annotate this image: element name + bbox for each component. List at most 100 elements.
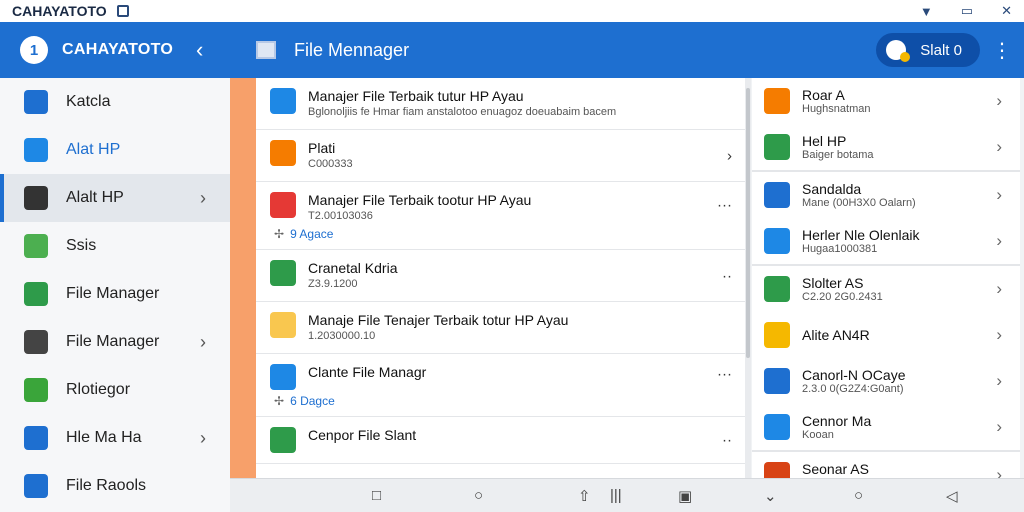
file-icon <box>256 41 276 59</box>
sidebar-item[interactable]: Alat HP <box>0 126 230 174</box>
folder-icon <box>270 140 296 166</box>
photo-icon <box>764 462 790 478</box>
sidebar-item-label: Hle Ma Ha <box>66 429 142 446</box>
chevron-right-icon[interactable]: › <box>727 147 732 164</box>
sidebar-item[interactable]: Hle Ma Ha › <box>0 414 230 462</box>
detail-item[interactable]: Slolter AS C2.20 2G0.2431 › <box>752 266 1020 312</box>
camera-icon <box>764 228 790 254</box>
sidebar-item[interactable]: Alalt HP › <box>0 174 230 222</box>
list-item[interactable]: Manajer File Terbaik tutur HP Ayau Bglono… <box>256 78 746 130</box>
list-item-title: Manajer File Terbaik tutur HP Ayau <box>308 88 524 104</box>
list-item[interactable]: Manaje File Tenajer Terbaik totur HP Aya… <box>256 302 746 354</box>
calculator-icon <box>24 90 48 114</box>
sidebar-item[interactable]: File Raools <box>0 462 230 510</box>
brand-logo-icon: 1 <box>20 36 48 64</box>
close-icon[interactable]: ✕ <box>1001 3 1012 19</box>
square-icon <box>764 182 790 208</box>
brand-name: CAHAYATOTO <box>62 41 174 58</box>
list-item-subtitle: C000333 <box>308 158 353 170</box>
file-list: Manajer File Terbaik tutur HP Ayau Bglono… <box>256 78 746 478</box>
screenshot-icon[interactable]: ▣ <box>678 487 692 505</box>
detail-item[interactable]: Hel HP Baiger botama › <box>752 124 1020 170</box>
sheet-icon <box>270 260 296 286</box>
overflow-menu-icon[interactable]: ··· <box>717 366 732 383</box>
list-item[interactable]: Manajer File Terbaik tootur HP Ayau T2.00… <box>256 182 746 227</box>
wrench-icon <box>24 330 48 354</box>
detail-item[interactable]: Seonar ASD0a (017 G2:2424:a)› <box>752 452 1020 478</box>
chevron-right-icon: › <box>996 279 1002 298</box>
detail-item-subtitle: Mane (00H3X0 Oalarn) <box>802 197 916 209</box>
overflow-menu-icon[interactable]: ··· <box>717 196 732 213</box>
list-item-subtitle: 1.2030000.10 <box>308 330 376 342</box>
navigation-bar: □ ○ ⇧ ||| ▣ ⌄ ○ ◁ <box>230 478 1024 512</box>
home-circle-icon[interactable]: ○ <box>474 487 483 504</box>
share-icon[interactable]: ⇧ <box>578 487 591 505</box>
sidebar: Katcla Alat HP Alalt HP › Ssis File Manager Fi… <box>0 78 230 512</box>
home-circle-icon[interactable]: ○ <box>854 487 863 504</box>
sidebar-item[interactable]: Ssis <box>0 222 230 270</box>
item-tag-label: 6 Dagce <box>290 394 335 408</box>
list-item-title: Cranetal Kdria <box>308 260 398 276</box>
back-triangle-icon[interactable]: ◁ <box>946 487 958 505</box>
detail-item-subtitle: Baiger botama <box>802 149 874 161</box>
scrollbar-thumb[interactable] <box>746 88 750 358</box>
coin-icon <box>886 40 911 62</box>
app-bar: 1 CAHAYATOTO ‹ File Mennager Slalt 0 ⋮ <box>0 22 1024 78</box>
chevron-right-icon: › <box>996 417 1002 436</box>
detail-group: Slolter AS C2.20 2G0.2431 › Alite AN4R › Cano… <box>752 266 1020 452</box>
window-icon[interactable]: ▭ <box>961 3 973 19</box>
slot-pill-button[interactable]: Slalt 0 <box>876 33 980 67</box>
document-icon <box>24 474 48 498</box>
sync-icon <box>24 138 48 162</box>
plane-icon <box>24 426 48 450</box>
apps-grid-icon[interactable]: ||| <box>610 487 622 504</box>
sidebar-item[interactable]: File Manager <box>0 270 230 318</box>
detail-item-title: Slolter AS <box>802 275 864 291</box>
list-item[interactable]: Clante File Managr ··· <box>256 354 746 394</box>
list-item-subtitle: T2.00103036 <box>308 210 373 222</box>
detail-item-subtitle: Kooan <box>802 429 834 441</box>
detail-item[interactable]: Roar A Hughsnatman › <box>752 78 1020 124</box>
detail-item-subtitle: C2.20 2G0.2431 <box>802 291 883 303</box>
list-item[interactable]: Cranetal Kdria Z3.9.1200 ·· <box>256 250 746 302</box>
detail-item[interactable]: Sandalda Mane (00H3X0 Oalarn) › <box>752 172 1020 218</box>
list-item[interactable]: Plati C000333 › <box>256 130 746 182</box>
sidebar-item-label: Alat HP <box>66 141 121 158</box>
overflow-menu-icon[interactable]: ·· <box>722 267 732 284</box>
more-menu-icon[interactable]: ⋮ <box>980 38 1024 63</box>
swirl-icon <box>270 364 296 390</box>
detail-item-subtitle: Hugaa1000381 <box>802 243 878 255</box>
list-item-subtitle: Bglonoljiis fe Hmar fiam anstalotoo enua… <box>308 106 617 118</box>
sidebar-item-label: Ssis <box>66 237 97 254</box>
detail-item[interactable]: Cennor Ma Kooan › <box>752 404 1020 450</box>
page-title-area: File Mennager <box>256 40 409 61</box>
sheet-icon <box>764 276 790 302</box>
drive-icon <box>270 192 296 218</box>
sidebar-item-label: Katcla <box>66 93 111 110</box>
detail-item[interactable]: Alite AN4R › <box>752 312 1020 358</box>
sidebar-item[interactable]: File Manager › <box>0 318 230 366</box>
sidebar-item[interactable]: Katcla <box>0 78 230 126</box>
bar-icon <box>270 88 296 114</box>
detail-item-subtitle: Hughsnatman <box>802 103 871 115</box>
detail-item-title: Roar A <box>802 87 845 103</box>
sidebar-item[interactable]: Rlotiegor <box>0 366 230 414</box>
chevron-right-icon: › <box>200 187 206 208</box>
back-button[interactable]: ‹ <box>196 37 216 63</box>
accent-stripe <box>230 78 256 478</box>
chevron-right-icon: › <box>996 91 1002 110</box>
scrollbar[interactable] <box>745 78 751 478</box>
status-title: CAHAYATOTO <box>12 3 107 19</box>
detail-item[interactable]: Canorl-N OCaye 2.3.0 0(G2Z4:G0ant) › <box>752 358 1020 404</box>
recents-square-icon[interactable]: □ <box>372 487 381 504</box>
sidebar-item-label: File Raools <box>66 477 147 494</box>
detail-item[interactable]: Herler Nle Olenlaik Hugaa1000381 › <box>752 218 1020 264</box>
item-tag[interactable]: ✢ 9 Agace <box>256 227 746 250</box>
list-item-title: Manaje File Tenajer Terbaik totur HP Aya… <box>308 312 569 328</box>
overflow-menu-icon[interactable]: ·· <box>722 432 732 449</box>
list-item[interactable]: Cenpor File Slant ·· <box>256 417 746 464</box>
item-tag[interactable]: ✢ 6 Dagce <box>256 394 746 417</box>
detail-group: Roar A Hughsnatman › Hel HP Baiger botama › <box>752 78 1020 172</box>
slot-pill-label: Slalt 0 <box>920 41 962 59</box>
chevron-down-icon[interactable]: ⌄ <box>764 487 777 505</box>
